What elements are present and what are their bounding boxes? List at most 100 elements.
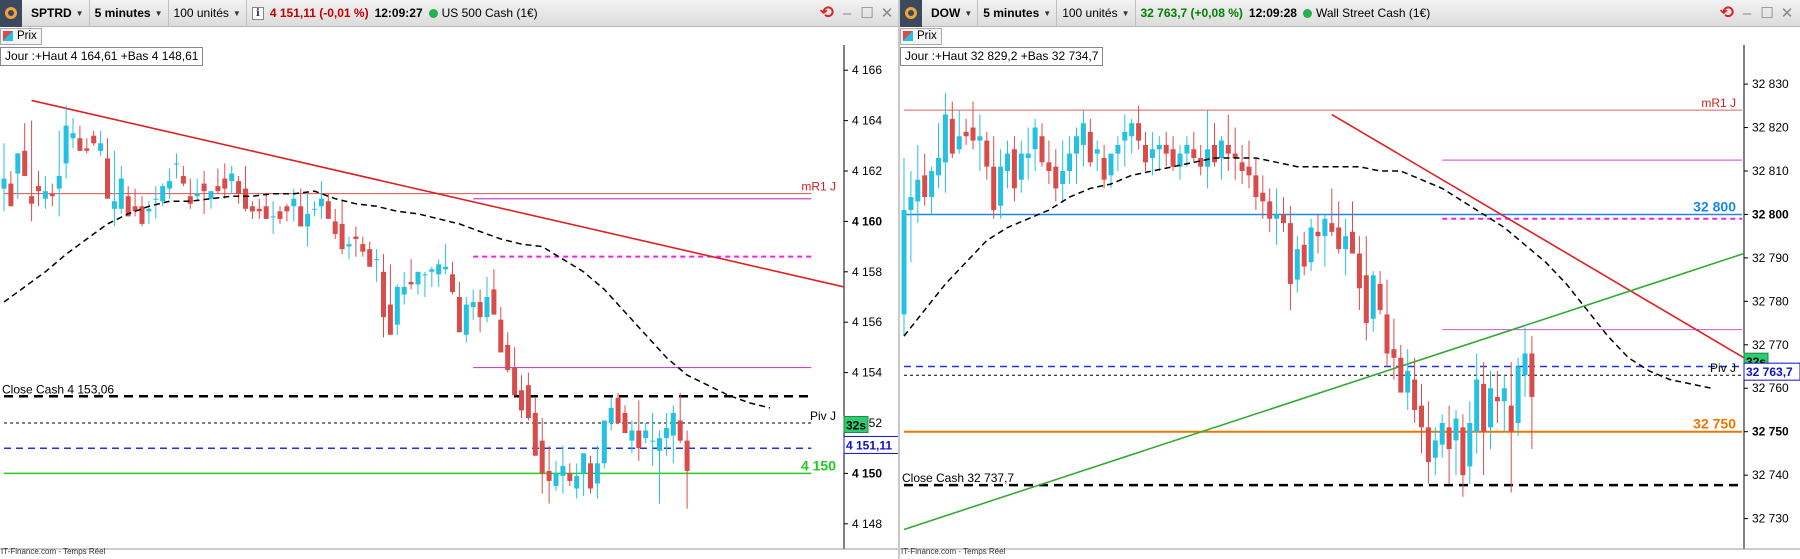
candle-body: [1515, 366, 1521, 423]
y-tick-label: 32 830: [1752, 77, 1789, 91]
candle-body: [49, 193, 55, 197]
candle-body: [519, 390, 524, 411]
candle-body: [312, 208, 317, 210]
level-label: 4 150: [801, 457, 836, 473]
candle-body: [8, 183, 14, 207]
candle-body: [970, 127, 976, 141]
candle-body: [1108, 153, 1114, 176]
candle-body: [463, 304, 469, 335]
candle-body: [243, 188, 248, 209]
current-price-label: 32 763,7: [1746, 365, 1793, 379]
y-tick-label: 4 154: [852, 366, 882, 380]
candle-body: [1398, 357, 1404, 393]
candle-body: [339, 223, 345, 250]
candle-body: [15, 153, 21, 174]
candle-body: [1322, 218, 1328, 237]
candle-body: [1267, 201, 1273, 219]
candle-body: [594, 463, 600, 484]
level-label: Close Cash 4 153,06: [2, 382, 114, 396]
level-label: mR1 J: [1701, 96, 1736, 110]
chart-window-sptrd: SPTRD ▼ 5 minutes ▼ 100 unités ▼ i 4 151,11…: [0, 0, 900, 559]
candle-body: [470, 302, 476, 308]
candle-body: [1343, 236, 1349, 250]
candle-body: [1, 178, 7, 189]
candle-body: [1274, 214, 1280, 219]
candle-body: [1039, 136, 1045, 163]
candle-body: [1060, 171, 1066, 185]
candle-body: [1198, 157, 1204, 167]
candle-body: [525, 385, 531, 418]
candle-body: [1494, 396, 1500, 402]
candle-body: [1129, 123, 1135, 137]
candle-body: [91, 135, 97, 144]
candle-body: [1018, 153, 1024, 180]
candle-body: [1149, 149, 1155, 158]
candle-body: [1143, 144, 1148, 163]
price-chart[interactable]: 32 730 32 740 32 750 32 760 32 770 32 780 32 7…: [900, 0, 1800, 559]
candle-body: [263, 206, 269, 219]
candle-body: [936, 157, 941, 176]
candle-body: [387, 304, 393, 335]
candle-body: [1225, 144, 1231, 154]
candle-body: [1363, 275, 1369, 324]
day-high-low: Jour :+Haut 4 164,61 +Bas 4 148,61: [0, 47, 204, 66]
candle-body: [1481, 383, 1487, 432]
candle-body: [1260, 192, 1266, 202]
candle-body: [318, 198, 324, 207]
candle-body: [1315, 231, 1321, 237]
y-tick-label: 4 162: [852, 164, 882, 178]
level-label: mR1 J: [801, 180, 836, 194]
candle-body: [1432, 440, 1438, 458]
candle-body: [984, 140, 990, 167]
candle-body: [1122, 131, 1128, 141]
candle-body: [1425, 427, 1431, 463]
candle-body: [1218, 140, 1224, 158]
candle-body: [942, 114, 948, 163]
candle-body: [70, 133, 76, 139]
candle-body: [346, 244, 352, 247]
candle-body: [98, 143, 104, 151]
candle-body: [1453, 418, 1459, 441]
candle-body: [236, 181, 242, 194]
candle-body: [1391, 349, 1397, 358]
candle-body: [560, 465, 566, 476]
candle-body: [657, 438, 662, 451]
candle-body: [277, 211, 283, 219]
candle-body: [222, 178, 228, 189]
candle-body: [360, 244, 366, 252]
candle-body: [650, 440, 656, 442]
candle-body: [353, 236, 359, 240]
candle-body: [1370, 275, 1376, 319]
candle-body: [622, 412, 628, 434]
y-tick-label: 4 164: [852, 114, 882, 128]
candle-body: [305, 213, 311, 227]
candle-body: [601, 420, 607, 464]
level-label: Piv J: [810, 409, 836, 423]
candle-body: [408, 281, 414, 285]
candle-body: [1163, 144, 1169, 154]
candle-body: [84, 148, 90, 151]
candle-body: [1294, 249, 1300, 280]
candle-body: [1170, 149, 1176, 167]
y-tick-label: 4 148: [852, 517, 882, 531]
candle-body: [498, 319, 504, 353]
candle-body: [956, 136, 962, 150]
candle-body: [105, 158, 110, 199]
price-chart[interactable]: 4 1484 1504 1524 1544 1564 1584 1604 162…: [0, 0, 900, 559]
candle-body: [429, 269, 435, 272]
candle-body: [546, 470, 552, 481]
y-tick-label: 32 760: [1752, 381, 1789, 395]
candle-body: [1308, 227, 1314, 263]
y-tick-label: 32 800: [1752, 207, 1789, 221]
trend-line: [903, 252, 1745, 531]
candle-body: [56, 176, 62, 189]
data-source-footer: IT-Finance.com - Temps Réel: [1, 547, 106, 556]
candle-body: [118, 178, 124, 209]
candle-body: [332, 221, 338, 234]
y-tick-label: 32 820: [1752, 121, 1789, 135]
candle-body: [1080, 123, 1086, 145]
candle-body: [1136, 123, 1142, 141]
candle-body: [1384, 314, 1390, 354]
level-label: 32 750: [1693, 416, 1736, 432]
candle-body: [215, 186, 221, 192]
